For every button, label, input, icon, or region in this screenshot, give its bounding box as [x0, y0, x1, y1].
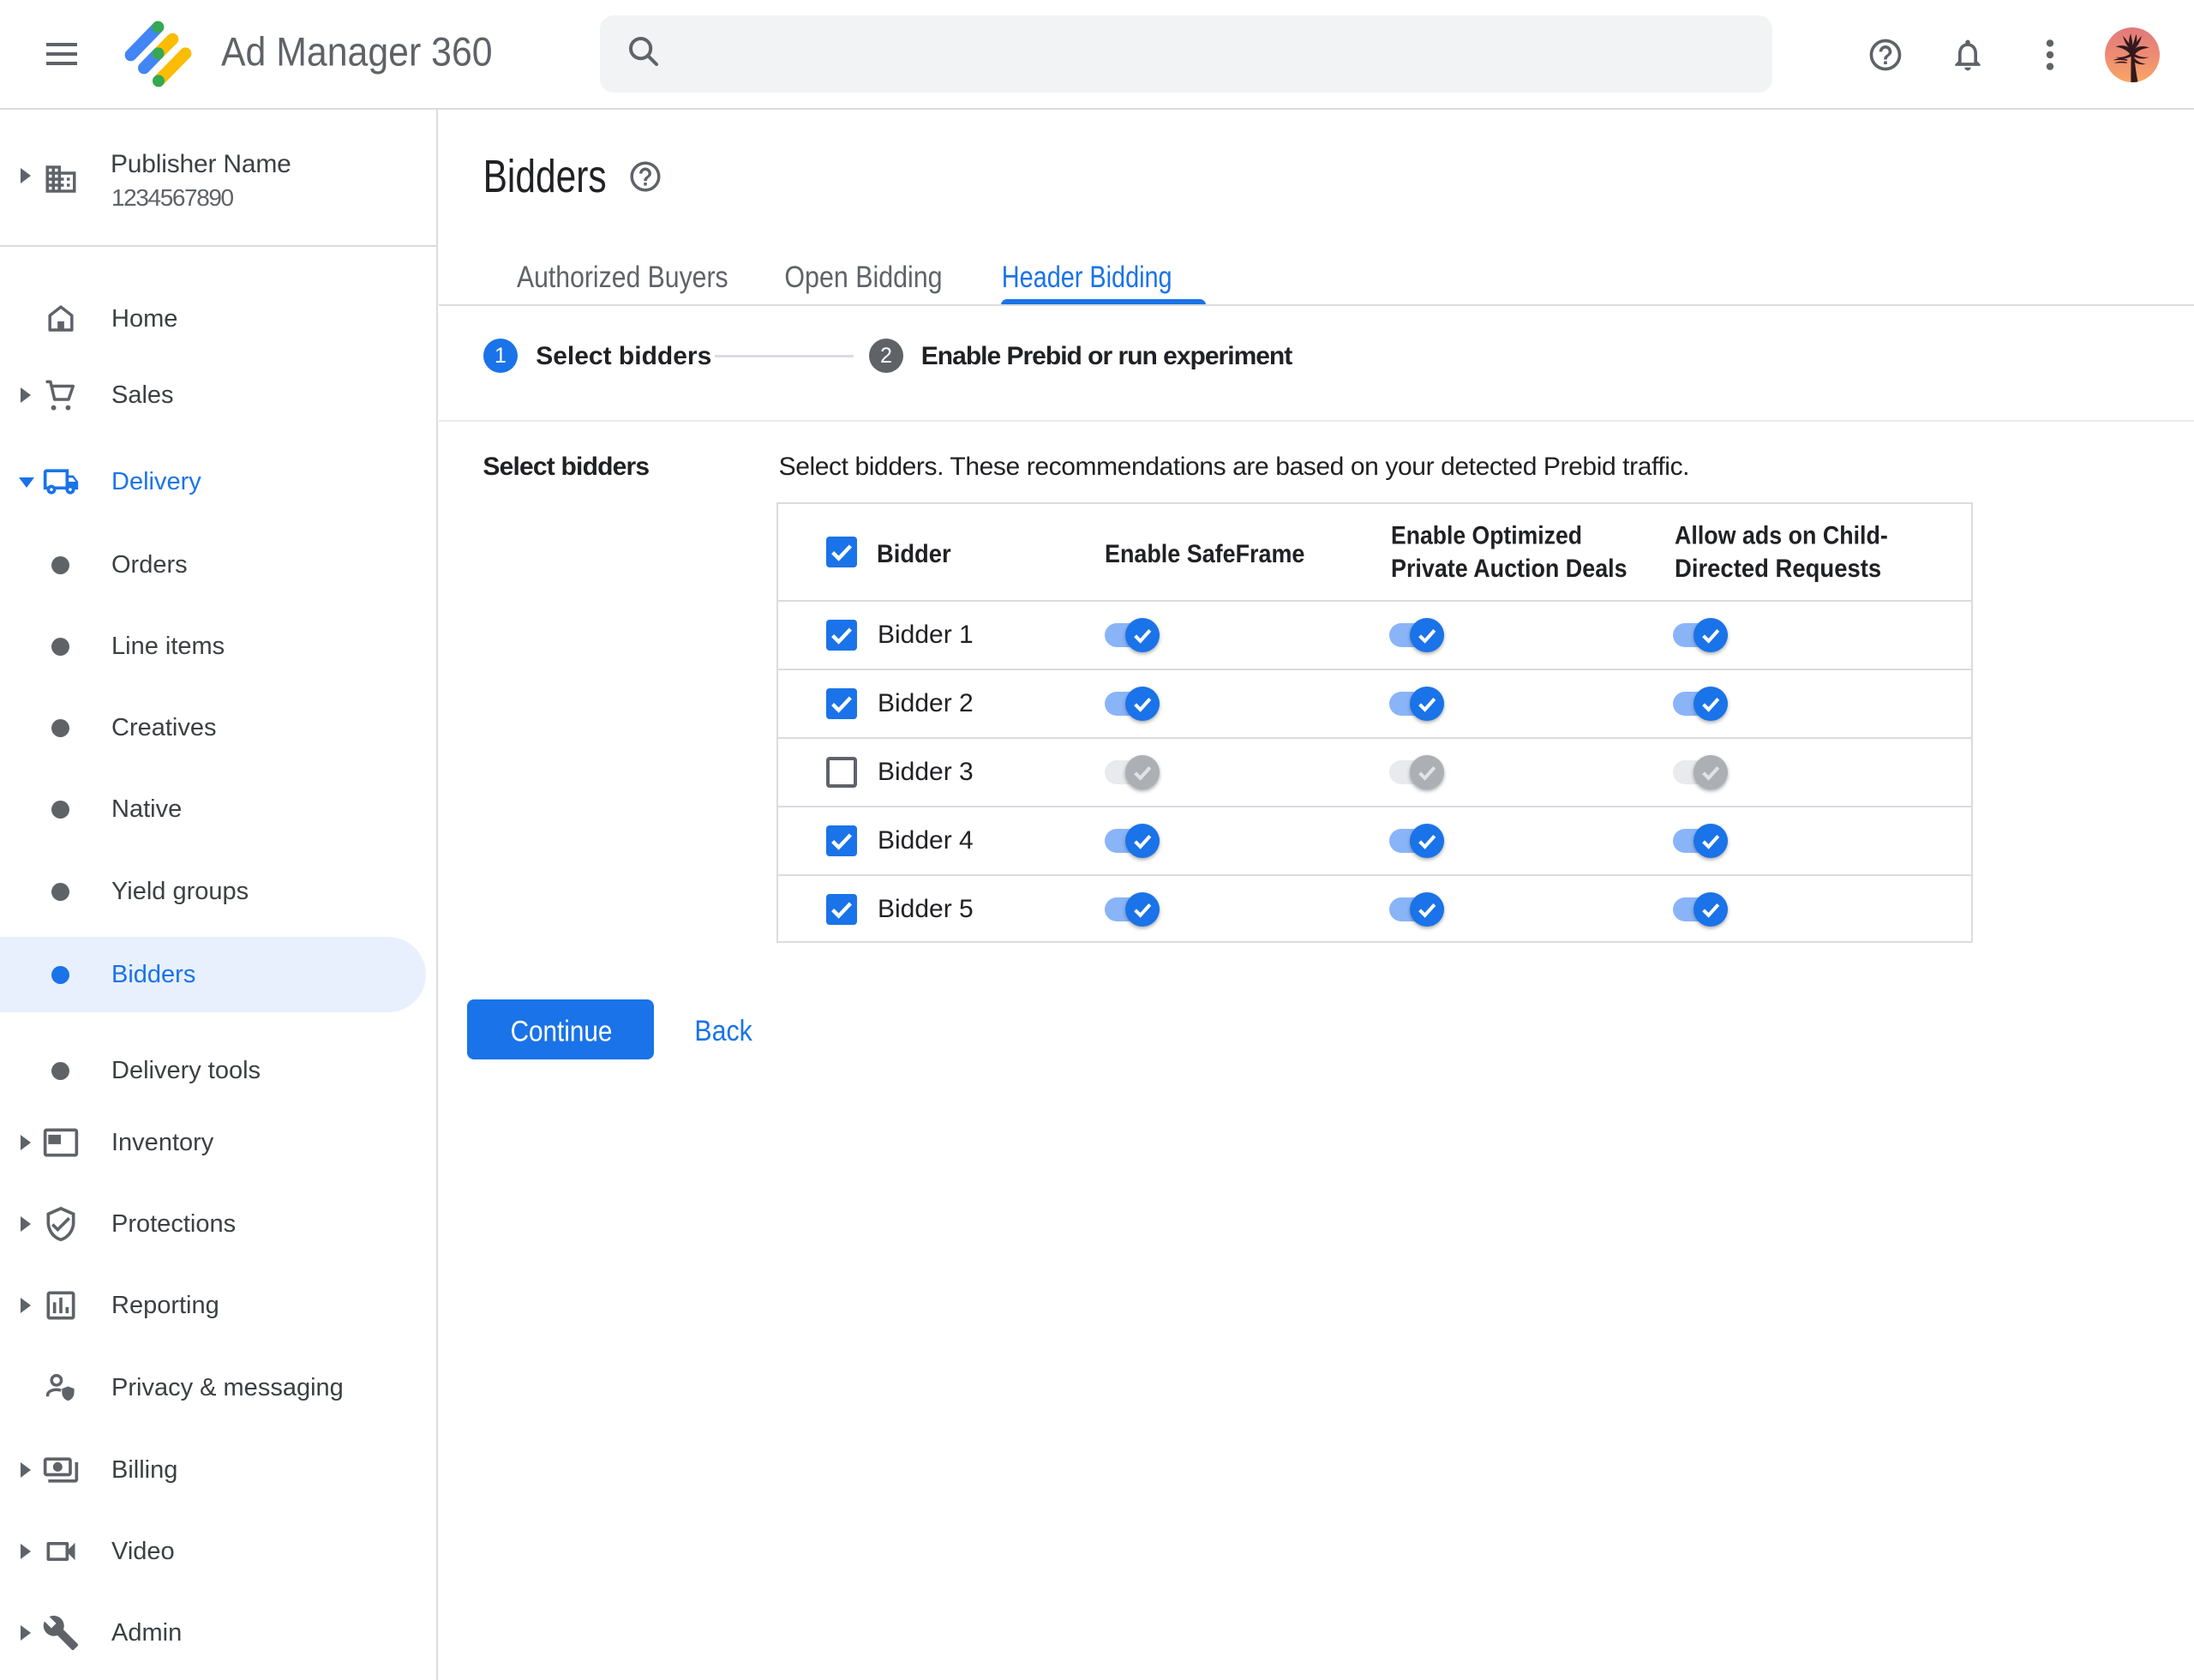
svg-text:Private Auction Deals: Private Auction Deals — [1391, 555, 1628, 583]
svg-text:Bidders: Bidders — [483, 151, 607, 202]
svg-text:Back: Back — [694, 1015, 752, 1047]
svg-text:Enable Optimized: Enable Optimized — [1391, 522, 1582, 550]
svg-text:Header Bidding: Header Bidding — [1002, 261, 1172, 294]
svg-text:Ad Manager 360: Ad Manager 360 — [221, 28, 493, 74]
svg-text:Directed Requests: Directed Requests — [1675, 555, 1881, 583]
svg-text:Allow ads on Child-: Allow ads on Child- — [1675, 522, 1888, 550]
svg-text:Continue: Continue — [511, 1016, 613, 1048]
svg-text:Open Bidding: Open Bidding — [784, 261, 942, 294]
svg-text:Bidder: Bidder — [877, 540, 951, 568]
svg-text:Authorized Buyers: Authorized Buyers — [517, 261, 728, 294]
svg-text:Enable SafeFrame: Enable SafeFrame — [1105, 540, 1304, 568]
